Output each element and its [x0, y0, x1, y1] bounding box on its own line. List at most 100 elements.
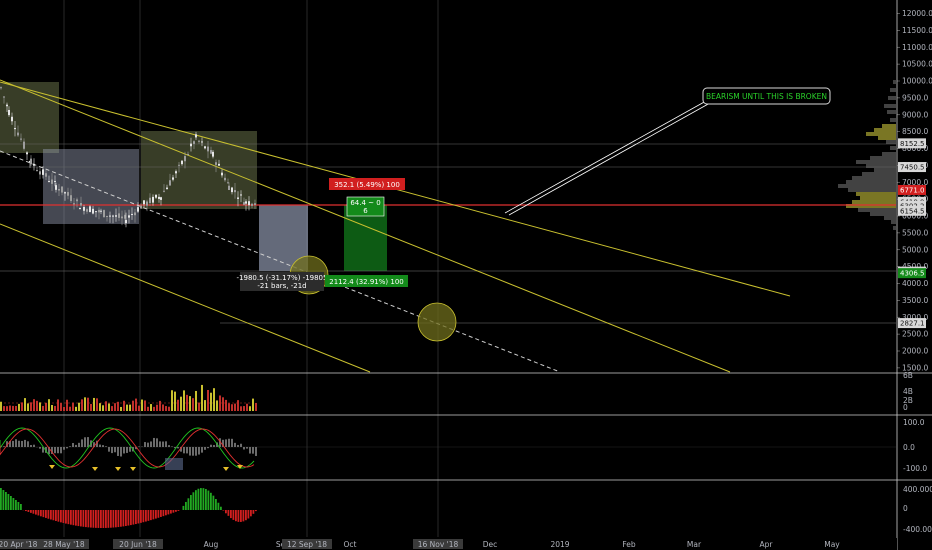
note-label[interactable]: BEARISM UNTIL THIS IS BROKEN: [702, 87, 831, 105]
histogram-bar: [90, 510, 92, 528]
histogram-bar: [215, 499, 217, 510]
histogram-bar: [212, 495, 215, 510]
histogram-bar: [20, 504, 22, 510]
candle-body: [155, 194, 157, 198]
time-axis-label: Apr: [760, 540, 774, 549]
histogram-bar: [115, 510, 117, 528]
volume-profile-bar: [890, 146, 896, 150]
price-tick-label: 4000.0: [902, 279, 928, 288]
candle-body: [184, 156, 186, 162]
oscillator-hist-bar: [198, 447, 200, 455]
volume-bar: [99, 403, 101, 411]
time-axis-label: 16 Nov '18: [418, 540, 459, 549]
histogram-bar: [127, 510, 130, 526]
oscillator-hist-bar: [33, 444, 35, 447]
candle-body: [187, 153, 189, 155]
price-tick-label: 11000.0: [902, 43, 932, 52]
candle-body: [172, 177, 174, 180]
candle-body: [204, 146, 206, 149]
oscillator-hist-bar: [69, 446, 71, 447]
price-tick-label: 12000.0: [902, 9, 932, 18]
volume-bar: [102, 405, 104, 411]
volume-bar: [54, 405, 56, 411]
candle-body: [95, 211, 97, 213]
oscillator-hist-bar: [246, 447, 248, 449]
volume-profile-bar: [884, 216, 896, 220]
volume-bar: [180, 396, 182, 411]
long-target-text: 2112.4 (32.91%) 100: [329, 278, 403, 286]
candle-body: [143, 200, 145, 205]
candle-body: [3, 96, 5, 98]
candle-body: [92, 208, 94, 214]
volume-bar: [42, 405, 44, 411]
volume-bar: [132, 400, 134, 411]
histogram-bar: [25, 510, 27, 512]
candle-body: [175, 171, 177, 174]
volume-profile-bar: [874, 168, 896, 172]
oscillator-hist-bar: [156, 438, 158, 447]
volume-bar: [93, 397, 95, 411]
price-tick-label: 5000.0: [902, 245, 928, 254]
oscillator-hist-bar: [144, 442, 146, 447]
histogram-tick-label: 0: [903, 504, 908, 513]
oscillator-hist-bar: [231, 438, 233, 447]
ratio-label: 64.4 ~ 0 6: [346, 196, 385, 217]
volume-bar: [72, 402, 74, 411]
histogram-bar: [122, 510, 125, 527]
histogram-bar: [162, 510, 165, 517]
volume-bar: [18, 403, 20, 411]
volume-bar: [162, 404, 164, 411]
candle-body: [190, 143, 192, 147]
candle-body: [83, 206, 85, 211]
volume-bar: [177, 399, 179, 411]
candle-body: [224, 177, 226, 181]
oscillator-hist-bar: [255, 447, 257, 456]
candle-body: [51, 179, 53, 184]
candle-body: [193, 141, 195, 144]
candle-body: [195, 134, 197, 138]
histogram-bar: [65, 510, 67, 524]
histogram-bar: [235, 510, 237, 522]
histogram-bar: [52, 510, 55, 521]
histogram-bar: [150, 510, 152, 521]
candle-body: [231, 187, 233, 193]
trading-chart[interactable]: 12000.0 11500.0 11000.0 10500.0 10000.0 9500.…: [0, 0, 932, 550]
volume-bar: [234, 403, 236, 411]
histogram-bar: [17, 502, 20, 510]
histogram-bar: [12, 498, 15, 510]
volume-bar: [3, 406, 5, 411]
volume-bar: [195, 390, 197, 411]
volume-profile-bar: [852, 176, 896, 180]
candle-body: [118, 213, 120, 218]
oscillator-hist-bar: [210, 444, 212, 447]
volume-bar: [27, 403, 29, 411]
candle-body: [160, 197, 162, 200]
price-tick-label: 3500.0: [902, 296, 928, 305]
volume-bar: [114, 403, 116, 411]
oscillator-hist-bar: [183, 447, 185, 454]
oscillator-hist-bar: [84, 437, 86, 447]
candle-body: [201, 141, 203, 143]
oscillator-hist-bar: [57, 447, 59, 454]
oscillator-hist-bar: [114, 447, 116, 453]
histogram-bar: [187, 498, 190, 510]
volume-profile-bar: [893, 80, 896, 84]
volume-bar: [126, 404, 128, 411]
volume-bar: [210, 392, 212, 411]
price-tag-label: 4306.5: [900, 270, 925, 278]
price-tag-label: 7450.5: [900, 164, 925, 172]
volume-bar: [222, 397, 224, 411]
oscillator-hist-bar: [102, 445, 104, 447]
note-text: BEARISM UNTIL THIS IS BROKEN: [706, 92, 827, 101]
oscillator-hist-bar: [147, 442, 149, 447]
candle-body: [89, 206, 91, 213]
histogram-bar: [255, 510, 257, 512]
volume-bar: [48, 399, 50, 411]
price-tick-label: 9500.0: [902, 93, 928, 102]
candle-body: [48, 181, 50, 183]
time-axis[interactable]: 20 Apr '1828 May '1820 Jun '18AugSep12 S…: [0, 538, 897, 550]
volume-bar: [6, 406, 8, 411]
volume-bar: [75, 406, 77, 411]
oscillator-hist-bar: [252, 447, 254, 454]
histogram-bar: [5, 492, 7, 510]
